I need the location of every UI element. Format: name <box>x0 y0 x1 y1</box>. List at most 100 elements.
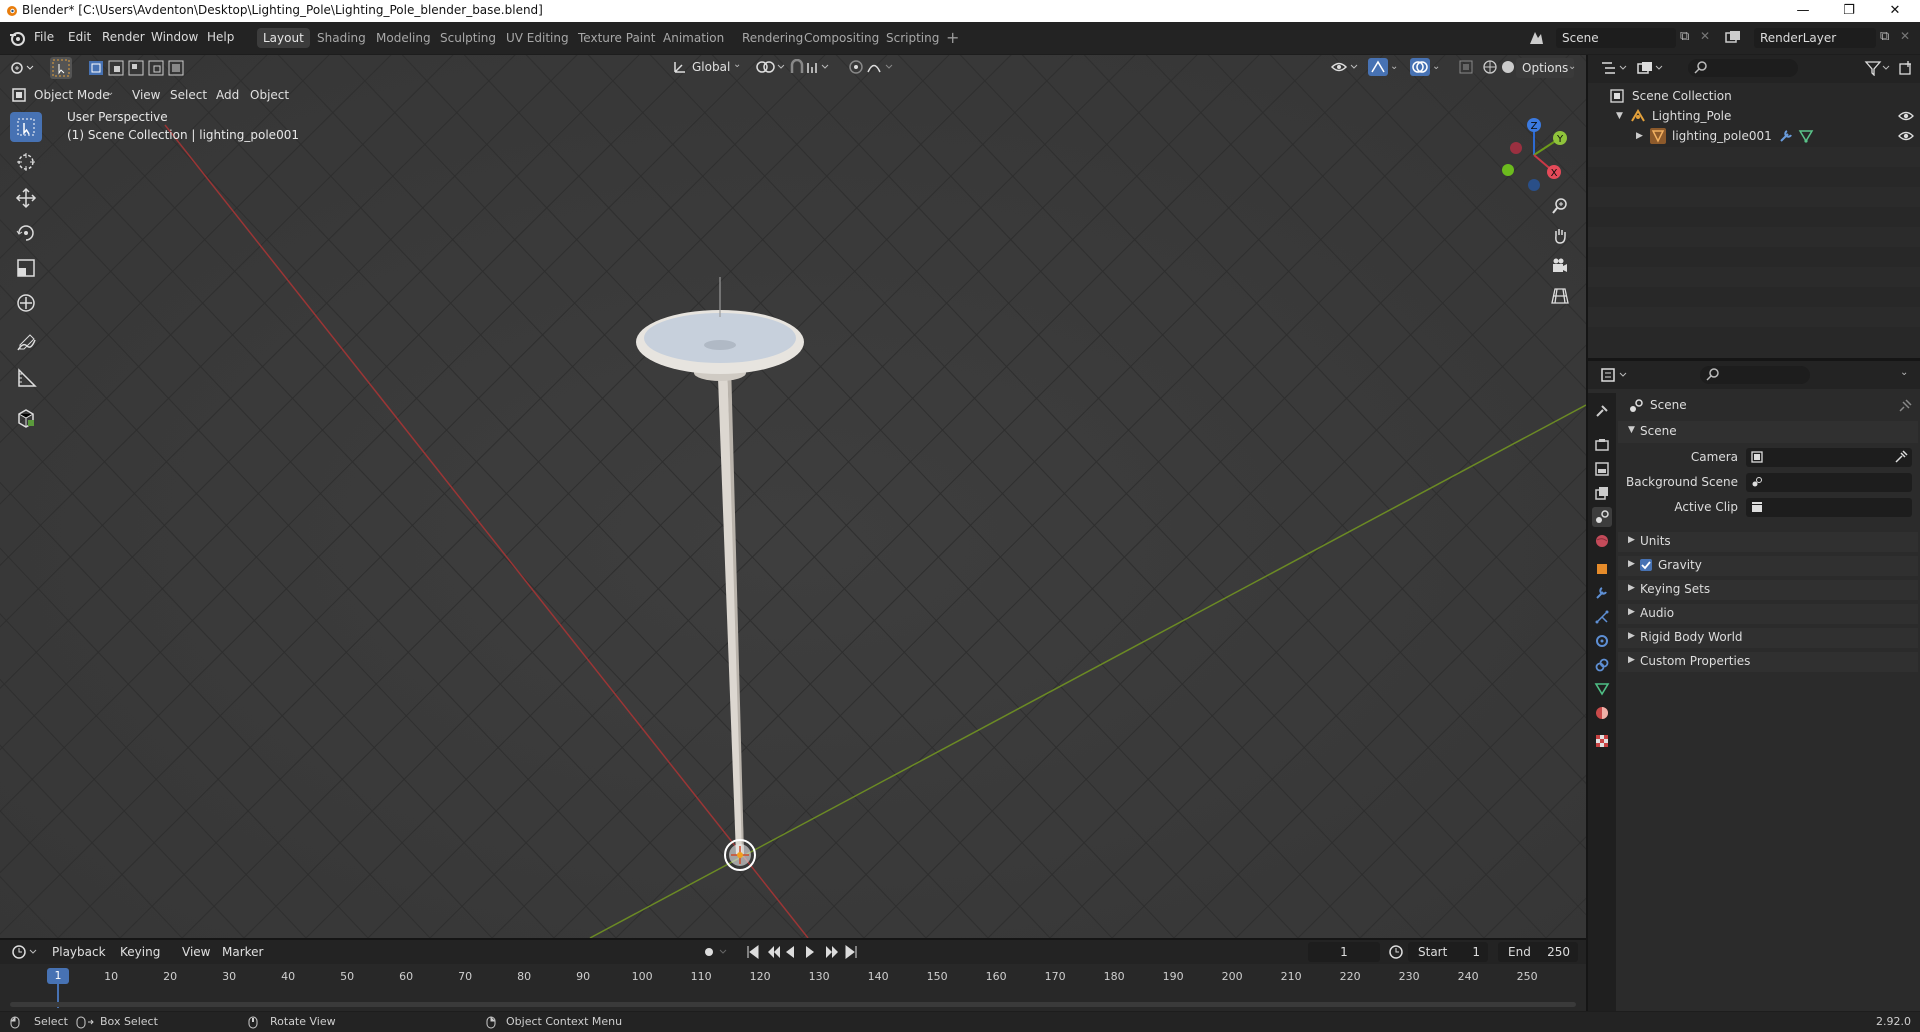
camera-view-icon[interactable] <box>1546 252 1574 280</box>
menu-view[interactable]: View <box>126 85 166 105</box>
pivot-point-icon[interactable] <box>756 59 786 78</box>
new-scene-icon[interactable]: ⧉ <box>1680 29 1689 44</box>
object-mode-dropdown[interactable]: Object Mode <box>28 85 116 105</box>
gravity-checkbox[interactable] <box>1640 559 1652 571</box>
menu-file[interactable]: File <box>34 30 54 44</box>
camera-field[interactable] <box>1746 448 1912 467</box>
options-dropdown[interactable]: Options <box>1516 58 1575 78</box>
outliner-row-scene-collection[interactable]: Scene Collection <box>1588 86 1920 106</box>
custom-properties-panel-header[interactable]: ▶ Custom Properties <box>1618 652 1918 672</box>
visibility-icon[interactable] <box>1330 59 1360 78</box>
gizmo-toggle-icon[interactable] <box>1368 58 1388 76</box>
menu-window[interactable]: Window <box>151 30 198 44</box>
editor-type-icon[interactable] <box>10 59 34 80</box>
outliner-search-input[interactable] <box>1688 59 1798 77</box>
tab-compositing[interactable]: Compositing <box>798 28 885 48</box>
xray-toggle-icon[interactable] <box>1458 59 1474 78</box>
menu-object[interactable]: Object <box>244 85 295 105</box>
modifier-wrench-icon[interactable] <box>1778 129 1794 149</box>
timeline-ruler[interactable]: 10 20 30 40 50 60 70 80 90 100 110 120 130 140 150 160 1… <box>0 940 1586 1011</box>
display-mode-icon[interactable] <box>1636 60 1666 79</box>
view-layer-field[interactable]: RenderLayer <box>1754 28 1876 48</box>
keying-sets-panel-header[interactable]: ▶ Keying Sets <box>1618 580 1918 600</box>
physics-tab-icon[interactable] <box>1592 631 1612 651</box>
gravity-panel-header[interactable]: ▶ Gravity <box>1618 556 1918 576</box>
outliner-row-object[interactable]: ▶ lighting_pole001 <box>1588 126 1920 146</box>
properties-search-input[interactable] <box>1700 366 1810 384</box>
tab-layout[interactable]: Layout <box>257 28 310 48</box>
scene-name-field[interactable]: Scene <box>1556 28 1676 48</box>
new-collection-icon[interactable] <box>1898 60 1914 79</box>
texture-tab-icon[interactable] <box>1592 731 1612 751</box>
tab-sculpting[interactable]: Sculpting <box>434 28 502 48</box>
chevron-down-icon[interactable]: ⌄ <box>1900 367 1908 378</box>
menu-add[interactable]: Add <box>210 85 245 105</box>
outliner-editor-icon[interactable] <box>1600 60 1630 79</box>
particles-tab-icon[interactable] <box>1592 607 1612 627</box>
material-tab-icon[interactable] <box>1592 703 1612 723</box>
perspective-toggle-icon[interactable] <box>1546 282 1574 310</box>
tool-tab-icon[interactable] <box>1592 401 1612 421</box>
rigid-body-world-panel-header[interactable]: ▶ Rigid Body World <box>1618 628 1918 648</box>
rotate-tool[interactable] <box>10 218 42 248</box>
overlays-dropdown-icon[interactable]: ⌄ <box>1432 61 1440 72</box>
tab-uv-editing[interactable]: UV Editing <box>500 28 575 48</box>
3d-viewport[interactable]: Global ⌄ ⌄ ⌄ Options ⌄ Object Mode ⌄ Vie… <box>0 55 1586 938</box>
object-tab-icon[interactable] <box>1592 559 1612 579</box>
menu-edit[interactable]: Edit <box>68 30 91 44</box>
tab-texture-paint[interactable]: Texture Paint <box>572 28 661 48</box>
audio-panel-header[interactable]: ▶ Audio <box>1618 604 1918 624</box>
data-tab-icon[interactable] <box>1592 679 1612 699</box>
blender-menu-icon[interactable] <box>9 30 25 49</box>
active-clip-field[interactable] <box>1746 498 1912 517</box>
world-tab-icon[interactable] <box>1592 531 1612 551</box>
timeline[interactable]: Playback Keying View Marker 1 Start 1 En… <box>0 940 1586 1011</box>
tab-shading[interactable]: Shading <box>311 28 372 48</box>
snap-icon[interactable] <box>790 58 846 78</box>
selection-mode-icons[interactable] <box>88 60 184 79</box>
constraints-tab-icon[interactable] <box>1592 655 1612 675</box>
pin-icon[interactable] <box>1898 399 1912 416</box>
background-scene-field[interactable] <box>1746 473 1912 492</box>
transform-tool[interactable] <box>10 288 42 318</box>
mesh-data-icon[interactable] <box>1798 129 1814 149</box>
scene-icon[interactable] <box>1526 28 1546 51</box>
add-cube-tool[interactable] <box>10 403 42 433</box>
measure-tool[interactable] <box>10 363 42 393</box>
minimize-button[interactable]: — <box>1780 0 1826 22</box>
zoom-icon[interactable] <box>1546 192 1574 220</box>
cursor-tool[interactable] <box>10 147 42 177</box>
menu-select[interactable]: Select <box>164 85 213 105</box>
units-panel-header[interactable]: ▶ Units <box>1618 532 1918 552</box>
properties-editor-icon[interactable] <box>1600 367 1630 386</box>
tab-animation[interactable]: Animation <box>657 28 730 48</box>
tab-modeling[interactable]: Modeling <box>370 28 437 48</box>
eye-icon[interactable] <box>1898 129 1914 149</box>
expand-arrow-icon[interactable]: ▼ <box>1616 106 1623 126</box>
overlays-toggle-icon[interactable] <box>1410 58 1430 76</box>
move-tool[interactable] <box>10 183 42 213</box>
scene-panel-header[interactable]: ▼ Scene <box>1618 421 1918 443</box>
menu-help[interactable]: Help <box>207 30 234 44</box>
scale-tool[interactable] <box>10 253 42 283</box>
tab-scripting[interactable]: Scripting <box>880 28 945 48</box>
expand-arrow-icon[interactable]: ▶ <box>1636 126 1643 146</box>
eyedropper-icon[interactable] <box>1894 450 1908 467</box>
new-view-layer-icon[interactable]: ⧉ <box>1880 29 1889 44</box>
menu-render[interactable]: Render <box>102 30 145 44</box>
navigation-gizmo[interactable]: Z Y X <box>1494 115 1574 195</box>
select-tool-mode-icon[interactable] <box>50 57 72 79</box>
remove-scene-icon[interactable]: ✕ <box>1700 29 1710 43</box>
select-box-tool[interactable] <box>10 112 42 142</box>
filter-icon[interactable] <box>1864 60 1892 79</box>
pan-hand-icon[interactable] <box>1546 222 1574 250</box>
proportional-editing-icon[interactable] <box>848 59 896 78</box>
add-workspace-icon[interactable]: + <box>946 28 959 47</box>
gizmo-dropdown-icon[interactable]: ⌄ <box>1390 61 1398 72</box>
remove-view-layer-icon[interactable]: ✕ <box>1900 29 1910 43</box>
timeline-scrollbar[interactable] <box>10 1002 1576 1007</box>
outliner-row-collection[interactable]: ▼ Lighting_Pole <box>1588 106 1920 126</box>
view-layer-icon[interactable] <box>1724 29 1744 50</box>
maximize-button[interactable]: ❐ <box>1826 0 1872 22</box>
close-button[interactable]: ✕ <box>1872 0 1918 22</box>
